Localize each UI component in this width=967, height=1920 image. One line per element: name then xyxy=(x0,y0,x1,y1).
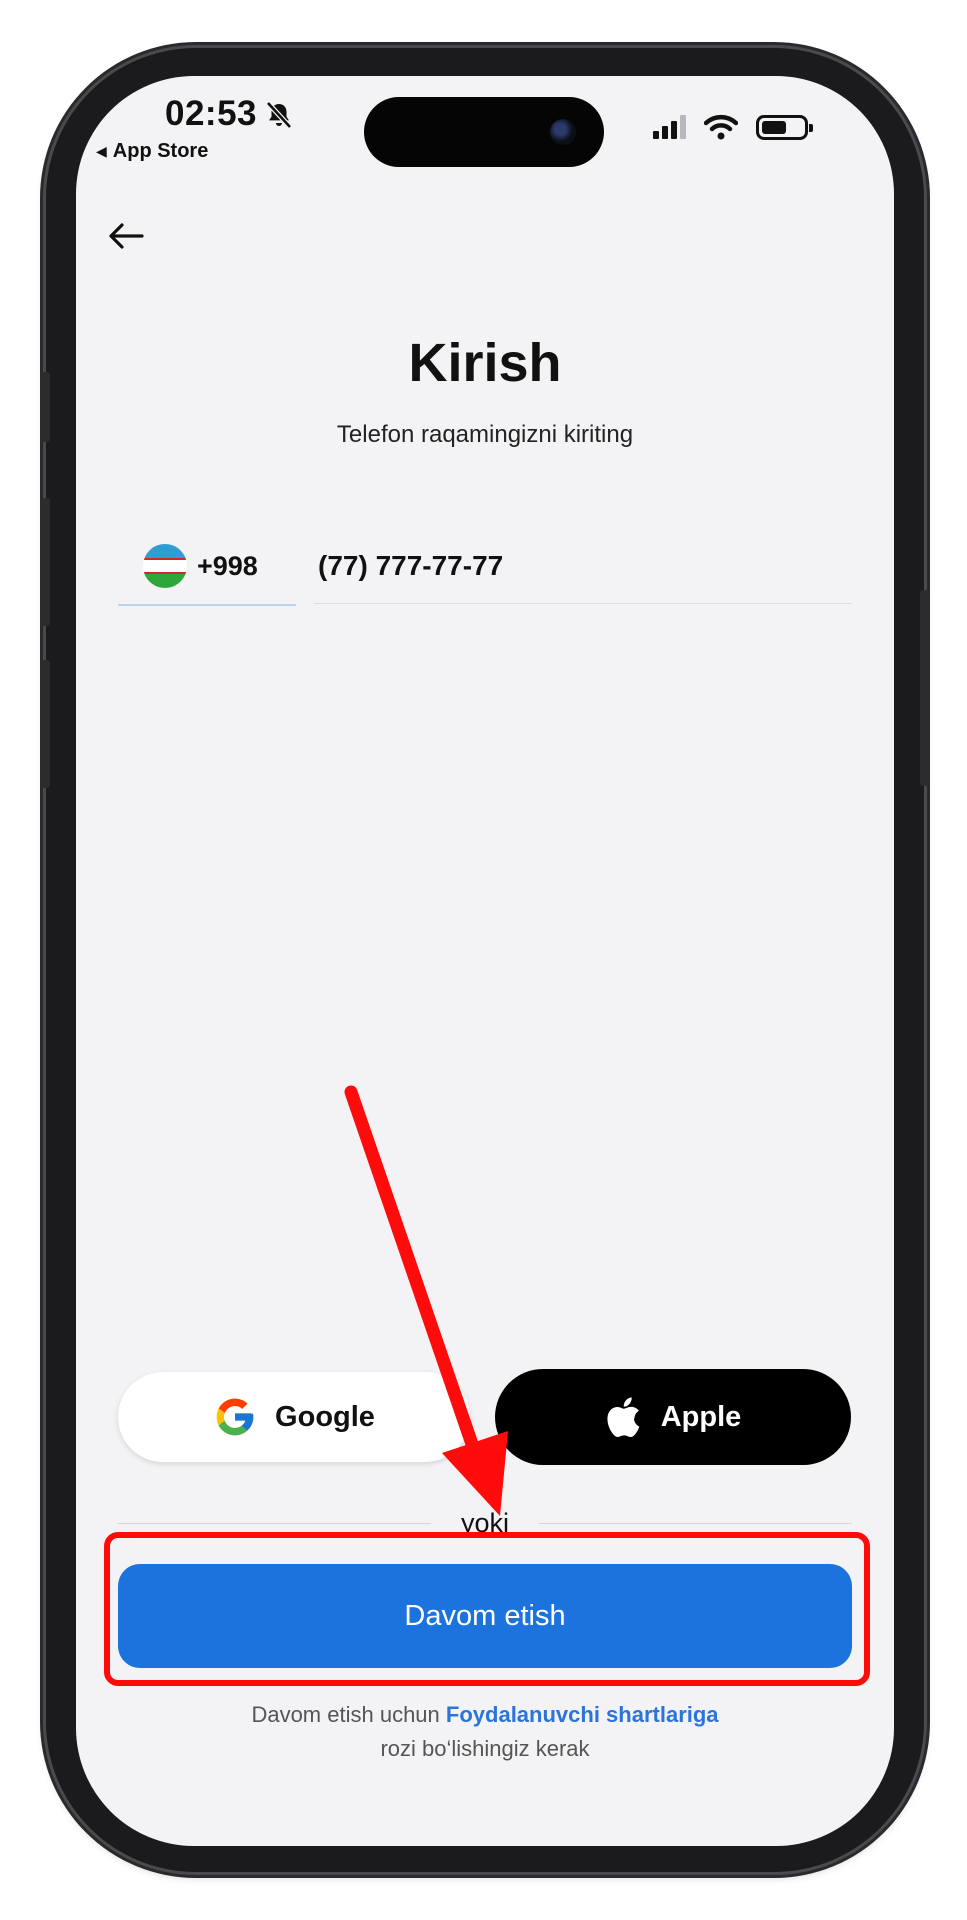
google-sign-in-button[interactable]: Google xyxy=(118,1372,470,1462)
page-subtitle: Telefon raqamingizni kiriting xyxy=(336,421,634,448)
back-button[interactable] xyxy=(104,214,148,258)
terms-notice: Davom etish uchun Foydalanuvchi shartlar… xyxy=(76,1698,894,1766)
status-time: 02:53 xyxy=(165,94,258,133)
terms-line-1: Davom etish uchun Foydalanuvchi shartlar… xyxy=(76,1698,894,1732)
phone-number-input[interactable] xyxy=(314,528,852,604)
divider-line-left xyxy=(118,1522,431,1524)
status-icons xyxy=(653,114,813,140)
action-button xyxy=(40,372,50,442)
back-triangle-icon: ◀ xyxy=(96,143,107,159)
arrow-left-icon xyxy=(109,223,144,249)
dial-code: +998 xyxy=(197,550,258,581)
terms-link[interactable]: Foydalanuvchi shartlariga xyxy=(446,1702,719,1727)
google-g-icon xyxy=(216,1398,254,1436)
volume-up-button xyxy=(40,498,50,626)
back-to-app-link[interactable]: ◀ App Store xyxy=(96,140,208,163)
terms-suffix: rozi bo‘lishingiz kerak xyxy=(380,1736,590,1761)
front-camera xyxy=(550,119,576,145)
google-button-label: Google xyxy=(275,1400,375,1433)
volume-down-button xyxy=(40,660,50,788)
divider-line-right xyxy=(539,1522,853,1524)
country-code-selector[interactable]: +998 xyxy=(118,528,296,606)
apple-sign-in-button[interactable]: Apple xyxy=(495,1369,851,1465)
highlight-annotation-box xyxy=(104,1532,870,1686)
apple-button-label: Apple xyxy=(660,1400,742,1433)
app-screen: 02:53 ◀ App Store Kirish Telefon raqamin… xyxy=(76,76,894,1846)
terms-prefix: Davom etish uchun xyxy=(251,1702,440,1727)
battery-icon xyxy=(756,114,813,140)
power-button xyxy=(920,590,930,786)
uzbekistan-flag-icon xyxy=(143,544,187,588)
cellular-signal-icon xyxy=(653,115,686,139)
page-title: Kirish xyxy=(408,333,562,393)
back-to-app-label: App Store xyxy=(112,140,209,162)
wifi-icon xyxy=(704,114,738,140)
dynamic-island xyxy=(364,97,604,167)
apple-logo-icon xyxy=(607,1397,640,1438)
bell-muted-icon xyxy=(266,101,292,129)
